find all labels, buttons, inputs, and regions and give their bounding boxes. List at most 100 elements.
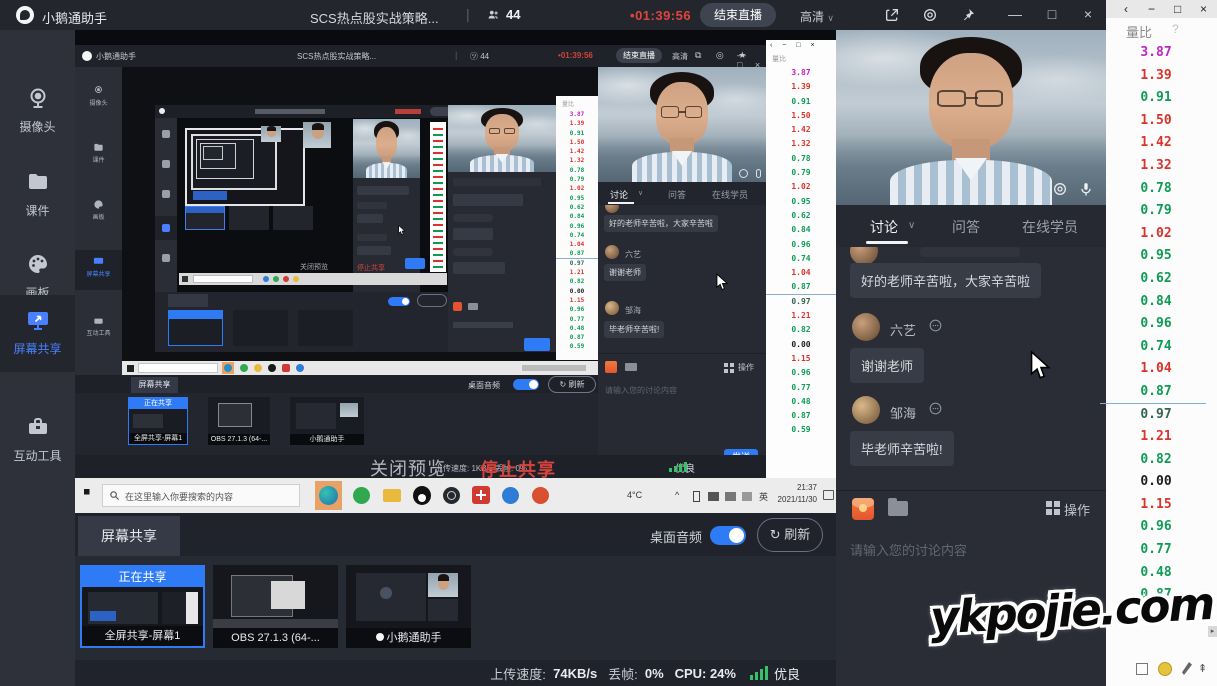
cpu-value: CPU: 24% xyxy=(674,665,736,681)
actions-grid-icon[interactable] xyxy=(1046,501,1052,507)
thumbnail-label: OBS 27.1.3 (64-... xyxy=(213,628,338,648)
tray-icon xyxy=(725,492,736,501)
stock-column-header: 量比 xyxy=(1126,25,1153,40)
edge-icon xyxy=(319,486,338,505)
mouse-cursor xyxy=(1030,350,1051,379)
chat-bubble: 谢谢老师 xyxy=(850,348,925,383)
actions-label[interactable]: 操作 xyxy=(1064,500,1090,519)
stock-minimize[interactable]: − xyxy=(1148,2,1155,16)
tab-discussion[interactable]: 讨论 xyxy=(870,217,898,237)
stock-close[interactable]: × xyxy=(1200,2,1207,16)
toolbox-icon xyxy=(28,418,47,434)
chat-dots-icon xyxy=(929,402,942,415)
active-tab-underline xyxy=(866,241,908,244)
close-button[interactable]: × xyxy=(1078,6,1098,22)
screen: 小鹅通助手 SCS热点股实战策略... | 44 •01:39:56 结束直播 … xyxy=(0,0,1217,686)
sidebar-label: 互动工具 xyxy=(13,449,62,463)
pin-icon[interactable] xyxy=(960,7,976,23)
avatar xyxy=(852,396,880,424)
nested-share-tabrow: 屏幕共享 桌面音频 ↻ 刷新 xyxy=(75,375,598,393)
chat-bubble: 好的老师辛苦啦，大家辛苦啦 xyxy=(850,263,1042,298)
thumbnail-label: 小鹅通助手 xyxy=(346,628,471,648)
chevron-down-icon: ∨ xyxy=(827,13,834,23)
chevron-down-icon: ∨ xyxy=(908,220,916,231)
explorer-icon xyxy=(383,489,401,502)
stock-maximize[interactable]: □ xyxy=(1174,2,1181,16)
stock-divider-line xyxy=(1100,403,1200,404)
sidebar-item-whiteboard[interactable]: 画板 xyxy=(0,252,75,301)
close-preview-button[interactable]: 关闭预览 xyxy=(370,455,446,481)
app-logo-icon xyxy=(16,6,34,24)
upload-value: 74KB/s xyxy=(553,665,598,681)
nested-thumbnail: OBS 27.1.3 (64-... xyxy=(208,397,270,445)
maximize-button[interactable]: □ xyxy=(1042,6,1062,22)
network-quality: 优良 xyxy=(773,666,800,682)
settings-icon[interactable] xyxy=(922,7,938,23)
nested-end-live-button: 结束直播 xyxy=(616,48,662,63)
titlebar: 小鹅通助手 SCS热点股实战策略... | 44 •01:39:56 结束直播 … xyxy=(0,0,1106,30)
chat-username: 六艺 xyxy=(890,323,917,338)
share-thumbnail-obs[interactable]: OBS 27.1.3 (64-... xyxy=(213,565,338,648)
chat-messages: 好的老师辛苦啦，大家辛苦啦 六艺 谢谢老师 邹海 毕老师辛苦啦! xyxy=(836,247,1106,490)
nested-app-logo-icon xyxy=(82,51,92,61)
share-panel-tab[interactable]: 屏幕共享 xyxy=(78,516,180,556)
qq-icon xyxy=(413,486,431,505)
nested-stock-column: ‹ − □ × 量比 3.87 1.39 0.91 1.50 1.42 1.32 0.78 0… xyxy=(766,40,836,478)
screen-share-icon xyxy=(27,312,48,330)
webcam-video xyxy=(836,30,1106,205)
sidebar-item-tools[interactable]: 互动工具 xyxy=(0,415,75,464)
end-live-button[interactable]: 结束直播 xyxy=(700,3,776,27)
dropframe-label: 丢帧: xyxy=(608,666,638,682)
screen-share-preview[interactable]: 小鹅通助手 SCS热点股实战策略... | ㋡ 44 •01:39:56 结束直… xyxy=(75,30,836,513)
nested-chat: 好的老师辛苦啦，大家辛苦啦 六艺 谢谢老师 邹海 毕老师辛苦啦! 操作 请输入您… xyxy=(598,205,766,455)
share-icon[interactable] xyxy=(884,7,900,23)
dropframe-value: 0% xyxy=(644,665,664,681)
camera-toggle-icon[interactable] xyxy=(1052,181,1068,197)
sidebar-label: 摄像头 xyxy=(19,120,56,134)
stock-sort-icon[interactable]: ⇞ xyxy=(1198,662,1207,675)
stock-help[interactable]: ? xyxy=(1172,22,1179,36)
red-packet-icon[interactable] xyxy=(852,498,874,520)
nested-stream-title: SCS热点股实战策略... xyxy=(297,52,377,61)
quality-select[interactable]: 高清 ∨ xyxy=(800,8,834,25)
stock-values: 3.87 1.39 0.91 1.50 1.42 1.32 0.78 0.79 1.02 0.95… xyxy=(1106,42,1206,629)
stock-titlebar: ‹ − □ × xyxy=(1106,0,1217,18)
status-bar: 上传速度: 74KB/s 丢帧: 0% CPU: 24% 优良 xyxy=(75,660,836,686)
l2-webcam xyxy=(448,105,556,172)
nested-thumbnail: 小鹅通助手 xyxy=(290,397,364,445)
viewer-count: 44 xyxy=(506,7,521,22)
live-timer: •01:39:56 xyxy=(630,8,692,23)
minimize-button[interactable]: — xyxy=(1005,6,1025,22)
refresh-button[interactable]: ↻ 刷新 xyxy=(757,518,823,552)
powerpoint-icon xyxy=(532,487,549,504)
share-thumbnail-assistant[interactable]: 小鹅通助手 xyxy=(346,565,471,648)
sidebar-item-courseware[interactable]: 课件 xyxy=(0,170,75,219)
nested-titlebar: 小鹅通助手 SCS热点股实战策略... | ㋡ 44 •01:39:56 结束直… xyxy=(75,45,766,70)
stock-smiley-icon[interactable] xyxy=(1158,662,1172,676)
sidebar: 摄像头 课件 画板 屏幕共享 互动工具 xyxy=(0,30,75,686)
mic-icon[interactable] xyxy=(1078,181,1094,198)
tray-icon xyxy=(742,492,752,501)
desktop-audio-label: 桌面音频 xyxy=(650,530,703,545)
file-icon[interactable] xyxy=(888,498,908,516)
l3-tunnel: 关闭预览 停止共享 xyxy=(177,118,448,292)
obs-icon xyxy=(443,487,460,504)
sidebar-item-screenshare[interactable]: 屏幕共享 xyxy=(0,295,75,372)
app-icon xyxy=(502,487,519,504)
tab-students[interactable]: 在线学员 xyxy=(1022,217,1078,237)
stock-tool-icon[interactable] xyxy=(1136,663,1148,675)
folder-icon xyxy=(28,174,47,189)
tab-qa[interactable]: 问答 xyxy=(952,217,980,237)
sidebar-label: 屏幕共享 xyxy=(13,342,62,356)
back-icon[interactable]: ‹ xyxy=(1124,2,1128,16)
sidebar-item-camera[interactable]: 摄像头 xyxy=(0,86,75,135)
sidebar-label: 课件 xyxy=(25,204,50,218)
upload-label: 上传速度: xyxy=(490,666,546,682)
desktop-audio-toggle[interactable] xyxy=(710,526,746,545)
nested-webcam xyxy=(598,67,766,182)
stop-share-button[interactable]: 停止共享 xyxy=(480,456,556,482)
nested-taskbar: 在这里输入你要搜索的内容 4°C ^ 英 21:37 2021/11/30 xyxy=(75,478,836,513)
chat-input[interactable]: 请输入您的讨论内容 xyxy=(850,540,967,559)
share-thumbnail-screen1[interactable]: 正在共享 全屏共享-屏幕1 xyxy=(80,565,205,648)
app-icon xyxy=(353,487,370,504)
